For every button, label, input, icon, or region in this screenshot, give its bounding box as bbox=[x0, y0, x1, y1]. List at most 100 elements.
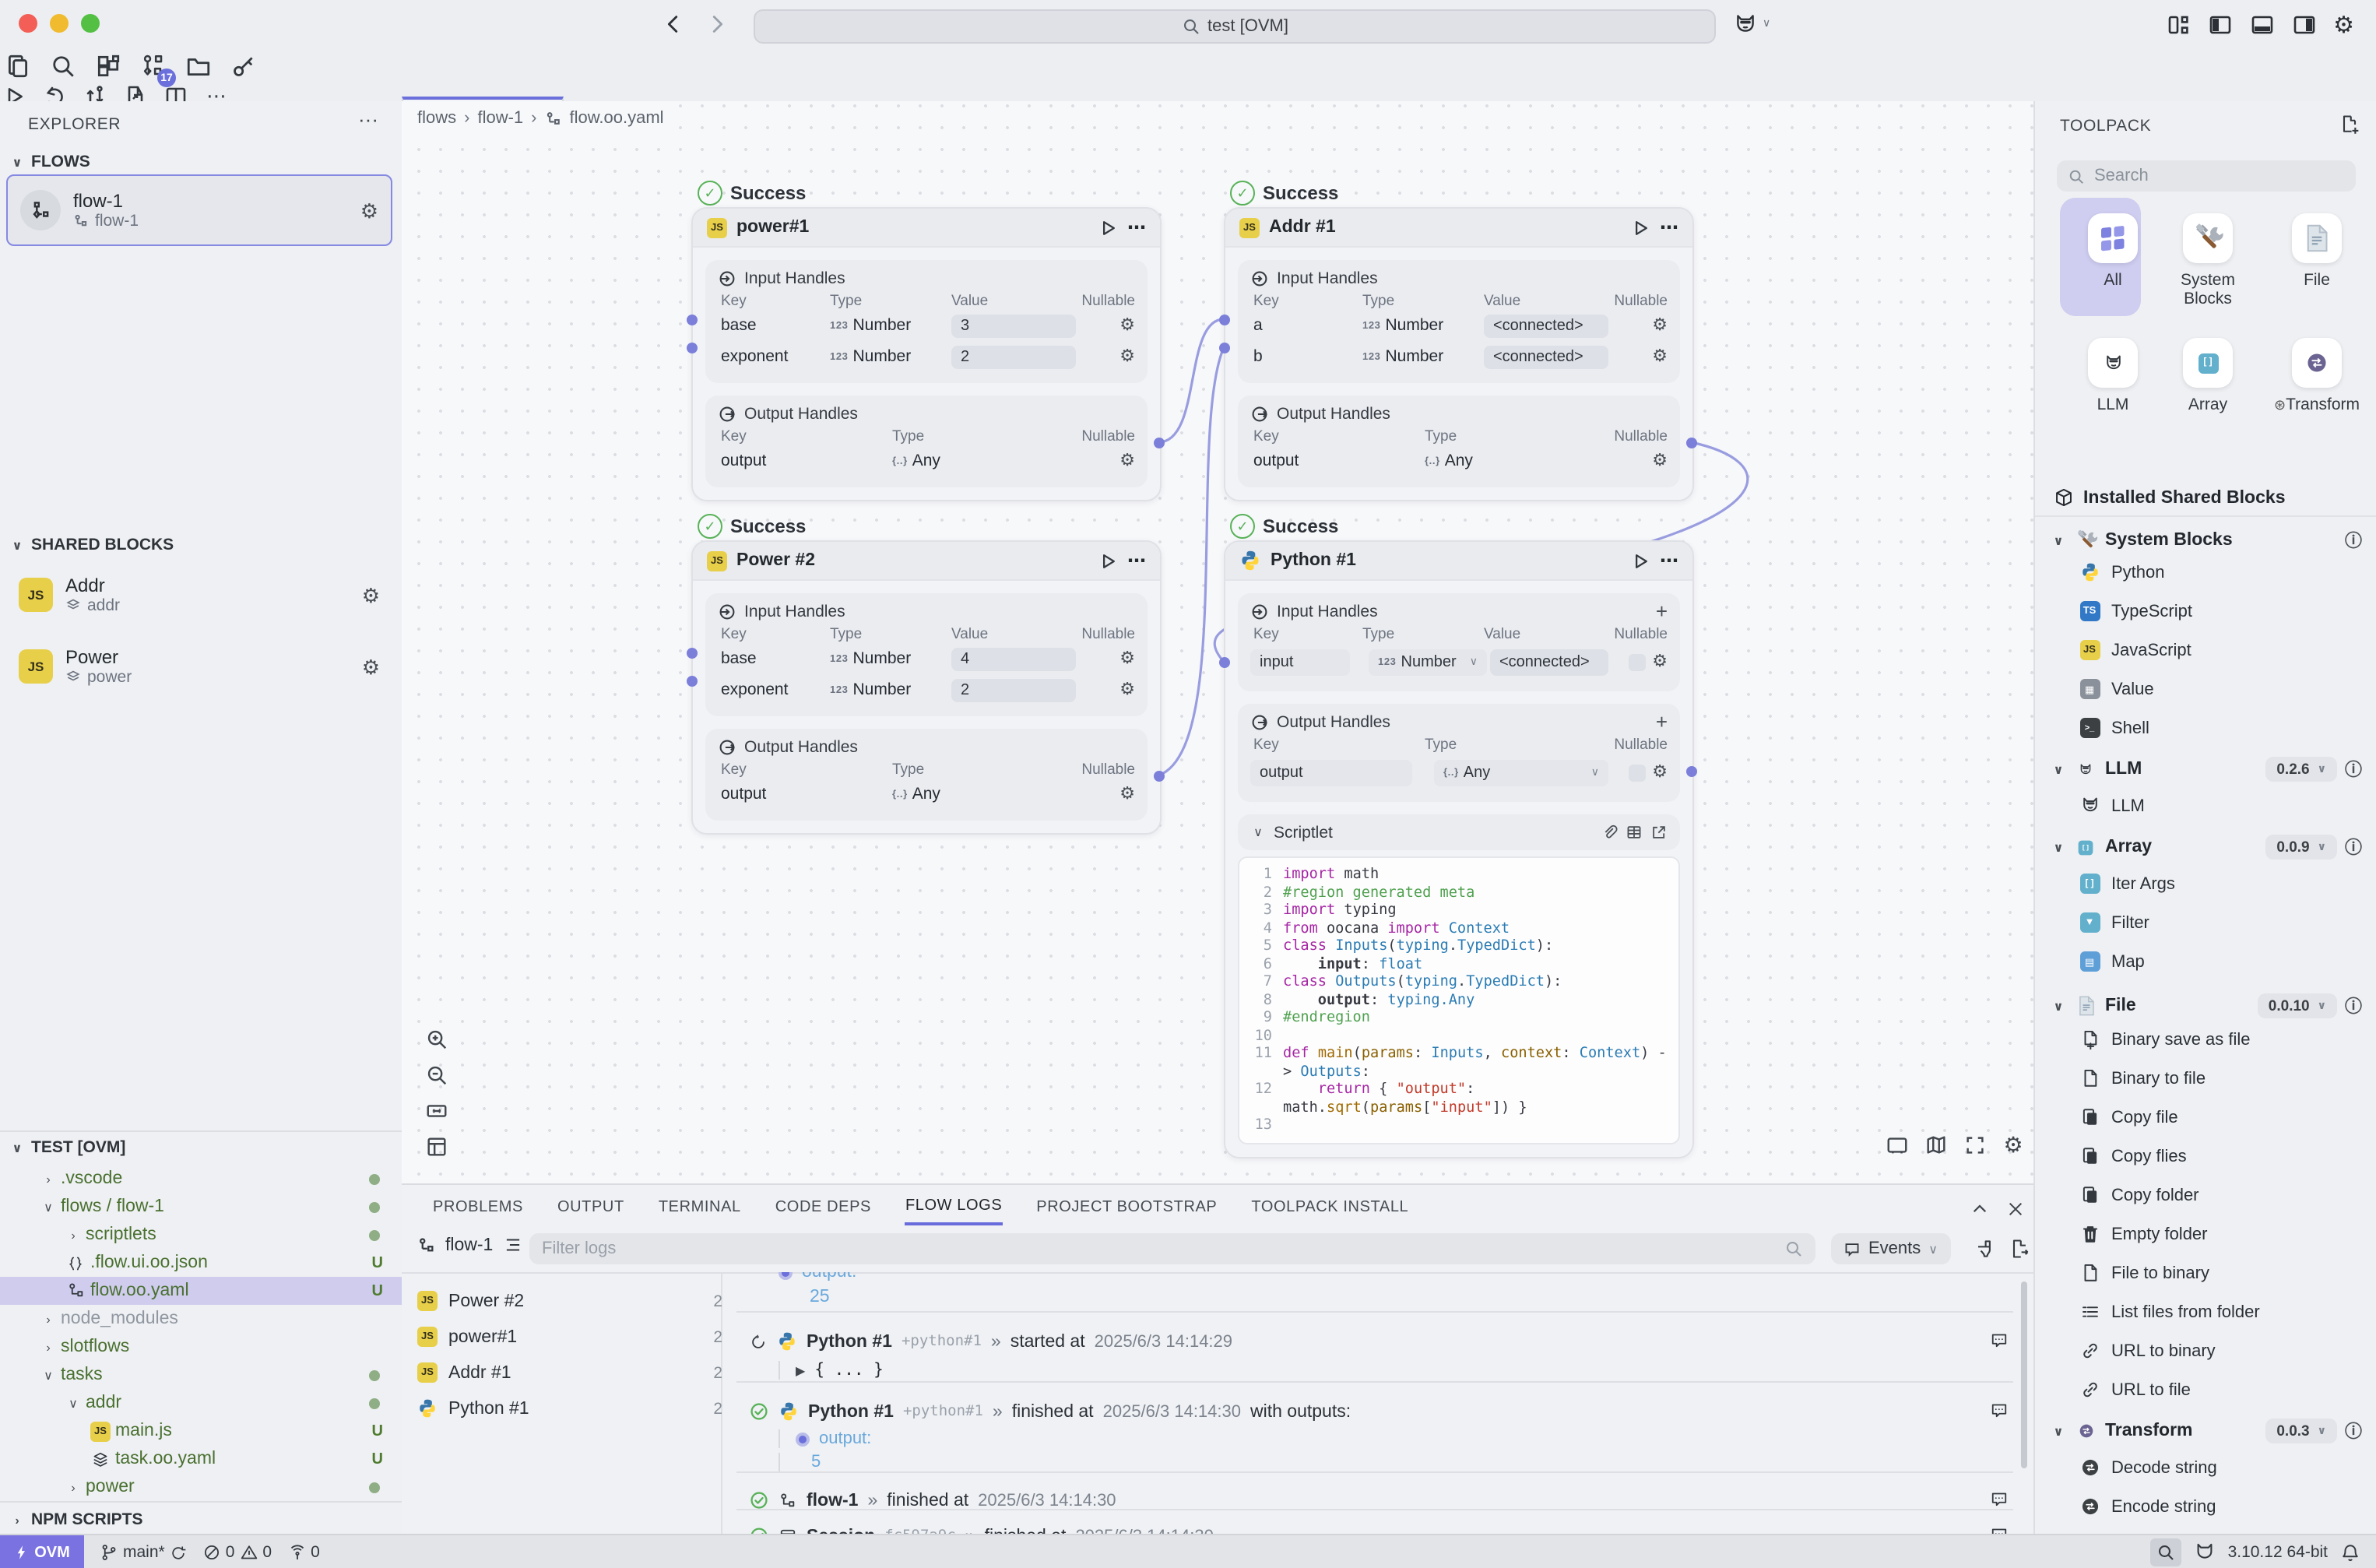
handle-dot[interactable] bbox=[1686, 438, 1697, 448]
block-section-system-blocks[interactable]: ∨System Blocksⓘ bbox=[2051, 523, 2362, 557]
screenshot-icon[interactable] bbox=[1884, 1132, 1909, 1157]
code-line[interactable]: 2#region generated meta bbox=[1249, 884, 1669, 902]
folder-icon[interactable] bbox=[181, 48, 215, 83]
block-item-copy-file[interactable]: Copy file bbox=[2079, 1107, 2368, 1127]
toggle-right-panel-icon[interactable] bbox=[2291, 11, 2316, 39]
handle-row[interactable]: base123Number3⚙ bbox=[718, 311, 1135, 339]
handle-gear-icon[interactable]: ⚙ bbox=[1652, 348, 1668, 365]
blocks-icon[interactable] bbox=[90, 48, 125, 83]
info-icon[interactable]: ⓘ bbox=[2345, 835, 2362, 860]
toolpack-category-array[interactable]: [ ]Array bbox=[2160, 338, 2256, 414]
block-item-copy-flies[interactable]: Copy flies bbox=[2079, 1146, 2368, 1166]
canvas-settings-gear-icon[interactable]: ⚙ bbox=[2001, 1132, 2026, 1157]
block-item-copy-folder[interactable]: Copy folder bbox=[2079, 1185, 2368, 1205]
value-field[interactable]: 2 bbox=[951, 345, 1076, 368]
tree-item-main.js[interactable]: JSmain.jsU bbox=[0, 1417, 402, 1445]
code-line[interactable]: 12 return { "output": math.sqrt(params["… bbox=[1249, 1081, 1669, 1116]
node-power1[interactable]: JSpower#1⋯ Input Handles KeyTypeValueNul… bbox=[691, 207, 1162, 501]
toolpack-category-llm[interactable]: LLM bbox=[2065, 338, 2161, 414]
flow-runs-icon[interactable]: 17 bbox=[135, 48, 170, 83]
tree-item-power[interactable]: ›power bbox=[0, 1473, 402, 1501]
tree-item-tasks[interactable]: ∨tasks bbox=[0, 1361, 402, 1389]
block-item-llm[interactable]: LLM bbox=[2079, 796, 2368, 816]
handle-row[interactable]: exponent123Number2⚙ bbox=[718, 343, 1135, 371]
close-window-button[interactable] bbox=[19, 14, 37, 33]
log-event-row[interactable]: Python #1+python#1 »started at2025/6/3 1… bbox=[749, 1331, 1232, 1352]
block-item-typescript[interactable]: TSTypeScript bbox=[2079, 601, 2368, 621]
key-field[interactable]: output bbox=[1250, 759, 1412, 786]
code-line[interactable]: 8 output: typing.Any bbox=[1249, 991, 1669, 1009]
block-section-transform[interactable]: ∨Transform0.0.3∨ⓘ bbox=[2051, 1419, 2362, 1443]
python-version-item[interactable]: 3.10.12 64-bit bbox=[2228, 1543, 2328, 1562]
ovm-environment-button[interactable]: OVM bbox=[0, 1535, 84, 1568]
panel-tab-output[interactable]: OUTPUT bbox=[557, 1199, 624, 1224]
tree-item-scriptlets[interactable]: ›scriptlets bbox=[0, 1221, 402, 1249]
panel-tab-problems[interactable]: PROBLEMS bbox=[433, 1199, 523, 1224]
block-item-encode-string[interactable]: Encode string bbox=[2079, 1496, 2368, 1517]
flow-settings-gear-icon[interactable]: ⚙ bbox=[360, 200, 378, 220]
handle-row[interactable]: output{..}Any⚙ bbox=[1250, 447, 1668, 475]
shared-settings-gear-icon[interactable]: ⚙ bbox=[362, 585, 380, 605]
filter-logs-input[interactable]: Filter logs bbox=[529, 1233, 1815, 1264]
type-select[interactable]: 123Number∨ bbox=[1369, 649, 1487, 675]
nullable-checkbox[interactable] bbox=[1629, 764, 1646, 781]
log-scrollbar[interactable] bbox=[2021, 1281, 2027, 1468]
block-item-iter-args[interactable]: [ ]Iter Args bbox=[2079, 874, 2368, 894]
maximize-window-button[interactable] bbox=[81, 14, 100, 33]
code-line[interactable]: 11def main(params: Inputs, context: Cont… bbox=[1249, 1045, 1669, 1081]
block-item-file-to-binary[interactable]: File to binary bbox=[2079, 1263, 2368, 1283]
copy-files-icon[interactable] bbox=[0, 48, 34, 83]
info-icon[interactable]: ⓘ bbox=[2345, 1419, 2362, 1443]
handle-dot[interactable] bbox=[1219, 315, 1230, 325]
section-npm-scripts[interactable]: ›NPM SCRIPTS bbox=[9, 1510, 143, 1529]
log-flow-scope[interactable]: flow-1 bbox=[445, 1236, 493, 1254]
node-more-icon[interactable]: ⋯ bbox=[1660, 216, 1678, 238]
section-flows[interactable]: ∨FLOWS bbox=[9, 153, 90, 171]
handle-gear-icon[interactable]: ⚙ bbox=[1119, 681, 1135, 698]
code-line[interactable]: 7class Outputs(typing.TypedDict): bbox=[1249, 973, 1669, 991]
block-item-url-to-binary[interactable]: URL to binary bbox=[2079, 1341, 2368, 1361]
handle-gear-icon[interactable]: ⚙ bbox=[1119, 650, 1135, 667]
toolpack-category-file[interactable]: File bbox=[2269, 213, 2365, 290]
toolpack-search-input[interactable]: Search bbox=[2057, 160, 2356, 192]
tree-item-task.oo.yaml[interactable]: task.oo.yamlU bbox=[0, 1445, 402, 1473]
code-line[interactable]: 1import math bbox=[1249, 866, 1669, 884]
block-item-shell[interactable]: >_Shell bbox=[2079, 718, 2368, 738]
events-filter-select[interactable]: Events∨ bbox=[1831, 1233, 1950, 1264]
git-branch-item[interactable]: main* bbox=[100, 1543, 187, 1562]
handle-dot[interactable] bbox=[1154, 771, 1165, 782]
status-search-button[interactable] bbox=[2150, 1538, 2181, 1566]
panel-tab-toolpack-install[interactable]: TOOLPACK INSTALL bbox=[1251, 1199, 1408, 1224]
block-section-file[interactable]: ∨File0.0.10∨ⓘ bbox=[2051, 990, 2362, 1021]
status-cat-icon[interactable] bbox=[2194, 1542, 2216, 1563]
handle-row[interactable]: exponent123Number2⚙ bbox=[718, 676, 1135, 704]
clear-logs-brush-icon[interactable] bbox=[1971, 1236, 1995, 1260]
search-sidebar-icon[interactable] bbox=[45, 48, 79, 83]
handle-row[interactable]: output {..}Any∨ ⚙ bbox=[1250, 755, 1668, 789]
version-select[interactable]: 0.0.9∨ bbox=[2265, 835, 2337, 860]
log-comment-icon[interactable] bbox=[1990, 1401, 2012, 1423]
handle-row[interactable]: base123Number4⚙ bbox=[718, 645, 1135, 673]
shared-block-addr[interactable]: JS Addr addr ⚙ bbox=[6, 564, 392, 626]
export-logs-icon[interactable] bbox=[2007, 1236, 2030, 1260]
value-field[interactable]: <connected> bbox=[1484, 314, 1608, 337]
shared-block-power[interactable]: JS Power power ⚙ bbox=[6, 635, 392, 698]
fit-view-icon[interactable] bbox=[424, 1098, 448, 1123]
problems-item[interactable]: 0 0 bbox=[202, 1543, 272, 1562]
scriptlet-code-editor[interactable]: 1import math2#region generated meta3impo… bbox=[1238, 856, 1680, 1144]
run-node-icon[interactable] bbox=[1630, 217, 1650, 237]
block-item-empty-folder[interactable]: Empty folder bbox=[2079, 1224, 2368, 1244]
handle-row[interactable]: output{..}Any⚙ bbox=[718, 780, 1135, 808]
block-section-llm[interactable]: ∨LLM0.2.6∨ⓘ bbox=[2051, 757, 2362, 782]
handle-gear-icon[interactable]: ⚙ bbox=[1119, 317, 1135, 334]
value-field[interactable]: <connected> bbox=[1484, 345, 1608, 368]
code-line[interactable]: 9#endregion bbox=[1249, 1009, 1669, 1027]
panel-close-icon[interactable] bbox=[2004, 1197, 2026, 1219]
node-power2[interactable]: JSPower #2⋯ Input Handles KeyTypeValueNu… bbox=[691, 540, 1162, 835]
toolpack-category-all[interactable]: All bbox=[2065, 213, 2161, 290]
panel-maximize-icon[interactable] bbox=[1968, 1197, 1990, 1219]
tree-item-slotflows[interactable]: ›slotflows bbox=[0, 1333, 402, 1361]
tree-item-node-modules[interactable]: ›node_modules bbox=[0, 1305, 402, 1333]
version-select[interactable]: 0.2.6∨ bbox=[2265, 757, 2337, 782]
panel-tab-flow-logs[interactable]: FLOW LOGS bbox=[905, 1197, 1002, 1225]
